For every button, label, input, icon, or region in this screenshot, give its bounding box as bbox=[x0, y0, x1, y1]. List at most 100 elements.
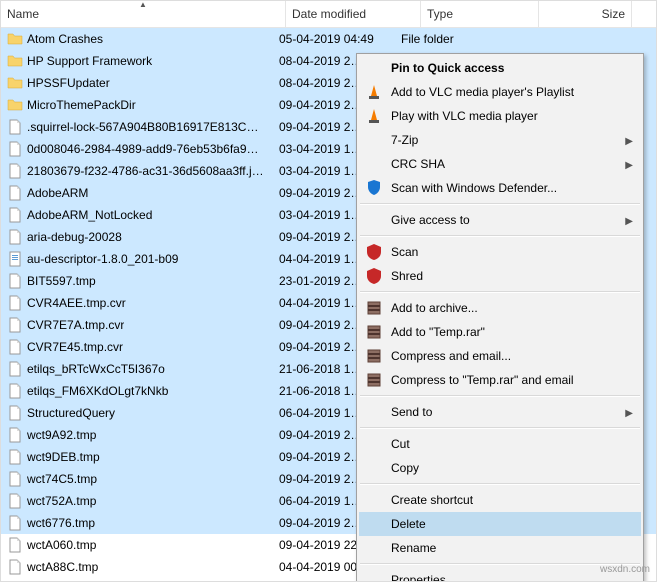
rar-icon bbox=[365, 347, 383, 365]
menu-item-label: 7-Zip bbox=[391, 133, 418, 147]
file-name: etilqs_FM6XKdOLgt7kNkb bbox=[27, 384, 168, 398]
menu-item-label: Shred bbox=[391, 269, 423, 283]
column-type[interactable]: Type bbox=[421, 1, 539, 27]
menu-item-label: Pin to Quick access bbox=[391, 61, 504, 75]
column-header: ▲ Name Date modified Type Size bbox=[1, 1, 656, 28]
file-name: AdobeARM_NotLocked bbox=[27, 208, 152, 222]
vlc-icon bbox=[365, 107, 383, 125]
submenu-arrow-icon: ▶ bbox=[625, 160, 633, 171]
file-icon bbox=[7, 141, 23, 157]
menu-item-label: Properties bbox=[391, 573, 446, 582]
menu-item-label: Delete bbox=[391, 517, 426, 531]
submenu-arrow-icon: ▶ bbox=[625, 216, 633, 227]
menu-item-scan-with-windows-defender[interactable]: Scan with Windows Defender... bbox=[359, 176, 641, 200]
rar-icon bbox=[365, 299, 383, 317]
menu-item-label: Play with VLC media player bbox=[391, 109, 538, 123]
mcafee-icon bbox=[365, 243, 383, 261]
menu-separator bbox=[360, 291, 640, 293]
menu-item-add-to-vlc-media-player-s-playlist[interactable]: Add to VLC media player's Playlist bbox=[359, 80, 641, 104]
menu-item-delete[interactable]: Delete bbox=[359, 512, 641, 536]
file-name: .squirrel-lock-567A904B80B16917E813CC… bbox=[27, 120, 265, 134]
file-name: AdobeARM bbox=[27, 186, 88, 200]
menu-item-label: Compress to "Temp.rar" and email bbox=[391, 373, 574, 387]
folder-icon bbox=[7, 31, 23, 47]
menu-item-label: Give access to bbox=[391, 213, 470, 227]
rar-icon bbox=[365, 371, 383, 389]
menu-item-label: Send to bbox=[391, 405, 432, 419]
file-icon bbox=[7, 361, 23, 377]
menu-item-create-shortcut[interactable]: Create shortcut bbox=[359, 488, 641, 512]
file-icon bbox=[7, 185, 23, 201]
sort-asc-icon: ▲ bbox=[139, 0, 147, 9]
file-name: aria-debug-20028 bbox=[27, 230, 122, 244]
file-icon bbox=[7, 515, 23, 531]
file-icon bbox=[7, 317, 23, 333]
file-name: CVR7E45.tmp.cvr bbox=[27, 340, 123, 354]
table-row[interactable]: Atom Crashes05-04-2019 04:49File folder bbox=[1, 28, 656, 50]
file-icon bbox=[7, 493, 23, 509]
column-date-label: Date modified bbox=[292, 7, 366, 21]
menu-item-add-to-archive[interactable]: Add to archive... bbox=[359, 296, 641, 320]
column-name[interactable]: ▲ Name bbox=[1, 1, 286, 27]
rar-icon bbox=[365, 323, 383, 341]
column-size[interactable]: Size bbox=[539, 1, 632, 27]
menu-item-crc-sha[interactable]: CRC SHA ▶ bbox=[359, 152, 641, 176]
menu-item-pin-to-quick-access[interactable]: Pin to Quick access bbox=[359, 56, 641, 80]
menu-separator bbox=[360, 563, 640, 565]
menu-item-label: Add to archive... bbox=[391, 301, 478, 315]
file-date: 05-04-2019 04:49 bbox=[273, 32, 395, 46]
file-name: Atom Crashes bbox=[27, 32, 103, 46]
submenu-arrow-icon: ▶ bbox=[625, 136, 633, 147]
file-name: wct74C5.tmp bbox=[27, 472, 97, 486]
menu-separator bbox=[360, 235, 640, 237]
menu-item-shred[interactable]: Shred bbox=[359, 264, 641, 288]
column-date[interactable]: Date modified bbox=[286, 1, 421, 27]
file-icon bbox=[7, 405, 23, 421]
file-icon bbox=[7, 537, 23, 553]
menu-separator bbox=[360, 203, 640, 205]
column-size-label: Size bbox=[602, 7, 625, 21]
menu-item-7-zip[interactable]: 7-Zip ▶ bbox=[359, 128, 641, 152]
file-name: CVR4AEE.tmp.cvr bbox=[27, 296, 126, 310]
menu-item-label: Add to VLC media player's Playlist bbox=[391, 85, 574, 99]
menu-item-label: Copy bbox=[391, 461, 419, 475]
menu-item-scan[interactable]: Scan bbox=[359, 240, 641, 264]
file-name: HPSSFUpdater bbox=[27, 76, 110, 90]
mcafee-icon bbox=[365, 267, 383, 285]
file-name: wct6776.tmp bbox=[27, 516, 95, 530]
menu-item-cut[interactable]: Cut bbox=[359, 432, 641, 456]
menu-item-compress-and-email[interactable]: Compress and email... bbox=[359, 344, 641, 368]
folder-icon bbox=[7, 53, 23, 69]
menu-item-add-to-temp-rar[interactable]: Add to "Temp.rar" bbox=[359, 320, 641, 344]
file-name: HP Support Framework bbox=[27, 54, 152, 68]
file-icon bbox=[7, 207, 23, 223]
menu-item-give-access-to[interactable]: Give access to ▶ bbox=[359, 208, 641, 232]
context-menu: Pin to Quick access Add to VLC media play… bbox=[356, 53, 644, 582]
file-name: 0d008046-2984-4989-add9-76eb53b6fa92… bbox=[27, 142, 265, 156]
watermark: wsxdn.com bbox=[600, 564, 650, 575]
menu-item-label: CRC SHA bbox=[391, 157, 445, 171]
column-type-label: Type bbox=[427, 7, 453, 21]
menu-item-send-to[interactable]: Send to▶ bbox=[359, 400, 641, 424]
file-name: CVR7E7A.tmp.cvr bbox=[27, 318, 124, 332]
menu-item-label: Compress and email... bbox=[391, 349, 511, 363]
menu-item-compress-to-temp-rar-and-email[interactable]: Compress to "Temp.rar" and email bbox=[359, 368, 641, 392]
menu-item-label: Scan with Windows Defender... bbox=[391, 181, 557, 195]
file-icon bbox=[7, 119, 23, 135]
file-icon bbox=[7, 427, 23, 443]
menu-item-properties[interactable]: Properties bbox=[359, 568, 641, 582]
menu-item-label: Cut bbox=[391, 437, 410, 451]
menu-item-rename[interactable]: Rename bbox=[359, 536, 641, 560]
file-name: wctA88C.tmp bbox=[27, 560, 98, 574]
menu-separator bbox=[360, 483, 640, 485]
file-icon bbox=[7, 339, 23, 355]
file-icon bbox=[7, 163, 23, 179]
menu-item-copy[interactable]: Copy bbox=[359, 456, 641, 480]
menu-item-play-with-vlc-media-player[interactable]: Play with VLC media player bbox=[359, 104, 641, 128]
file-name: BIT5597.tmp bbox=[27, 274, 96, 288]
file-icon bbox=[7, 449, 23, 465]
file-icon bbox=[7, 229, 23, 245]
file-name: wct9A92.tmp bbox=[27, 428, 96, 442]
menu-item-label: Scan bbox=[391, 245, 418, 259]
menu-item-label: Rename bbox=[391, 541, 436, 555]
